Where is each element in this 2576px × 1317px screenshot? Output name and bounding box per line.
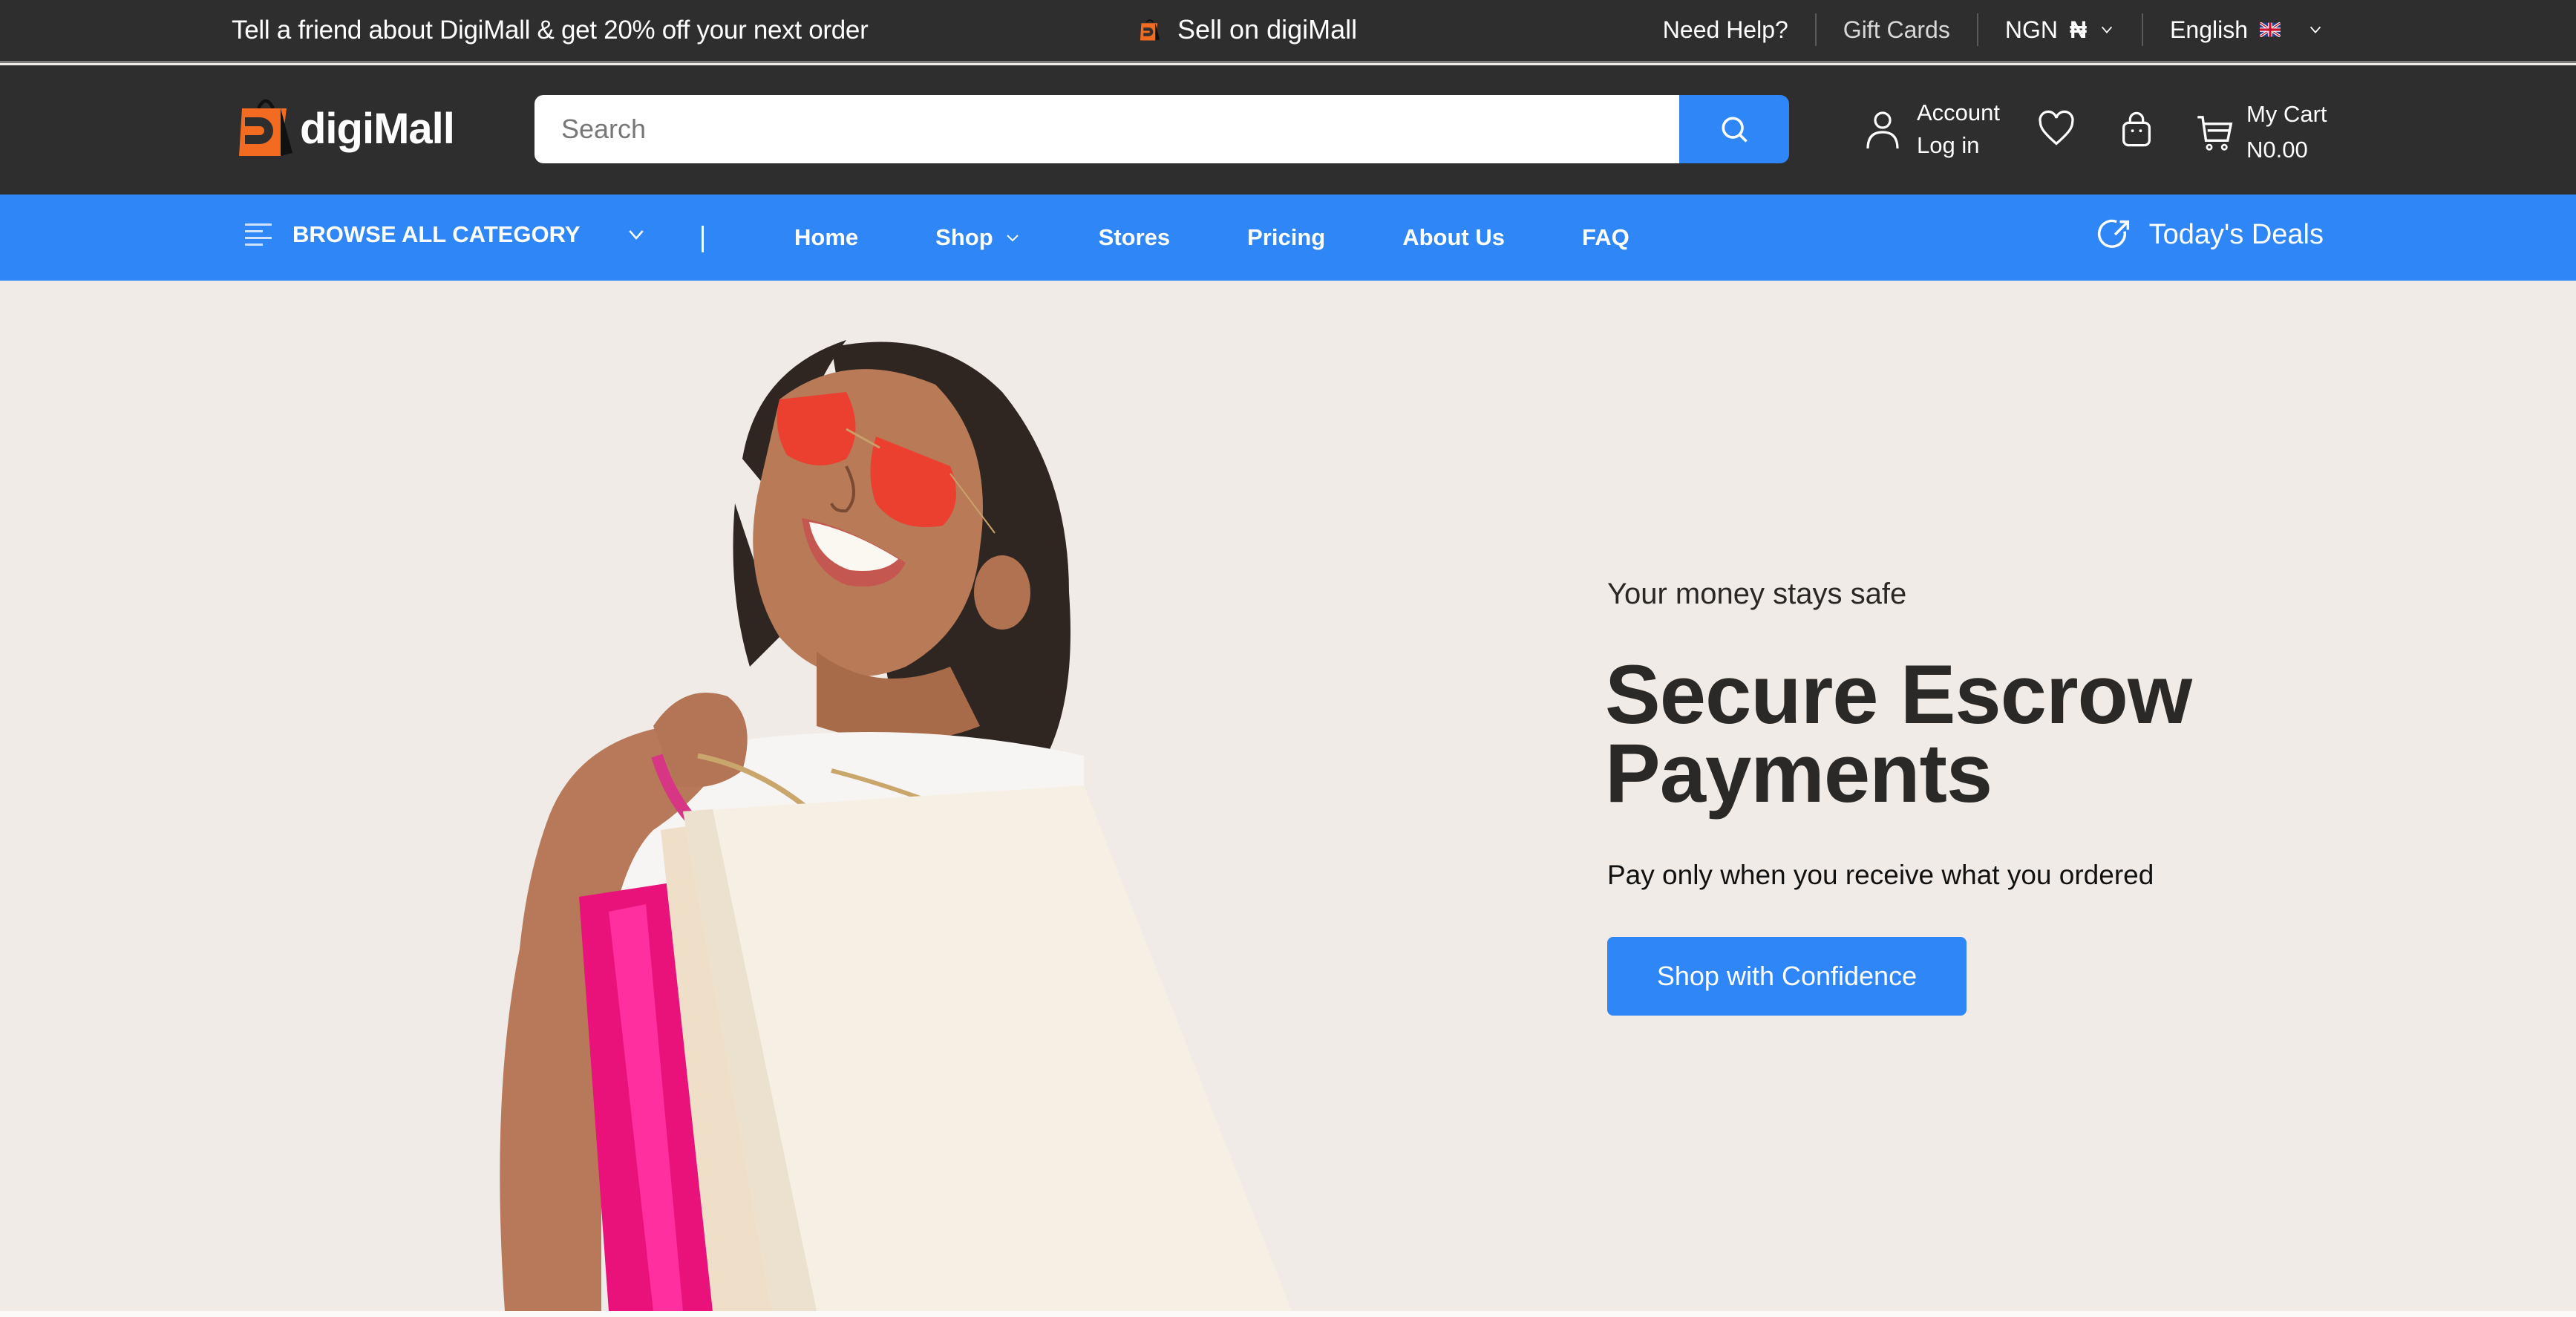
nav-faq-label: FAQ — [1581, 224, 1629, 250]
hero-shopper-image — [500, 340, 1292, 1311]
cart-icon — [2197, 116, 2233, 151]
cart-label: My Cart — [2246, 101, 2327, 127]
nav-home-label: Home — [794, 224, 859, 250]
search-button[interactable] — [1679, 95, 1789, 163]
account-label: Account — [1917, 99, 2001, 125]
sell-label: Sell on digiMall — [1177, 14, 1358, 45]
search-bar — [535, 95, 1789, 163]
browse-label: BROWSE ALL CATEGORY — [292, 221, 581, 247]
nav-about-us[interactable]: About Us — [1402, 224, 1505, 251]
need-help-label: Need Help? — [1662, 16, 1788, 43]
hero-bottom-edge — [0, 1311, 2576, 1317]
nav-faq[interactable]: FAQ — [1582, 224, 1629, 251]
nav-stores-label: Stores — [1098, 224, 1171, 250]
nav-links: Home Shop Stores Pricing About Us FAQ — [794, 195, 1629, 281]
chevron-down-icon — [2309, 26, 2321, 34]
login-label: Log in — [1917, 132, 1980, 158]
todays-deals-label: Today's Deals — [2148, 218, 2324, 250]
browse-all-category-dropdown[interactable]: BROWSE ALL CATEGORY — [245, 221, 647, 248]
nav-about-label: About Us — [1402, 224, 1505, 250]
heart-wishlist-icon[interactable] — [2037, 110, 2076, 148]
need-help-link[interactable]: Need Help? — [1636, 10, 1815, 49]
top-promo-bar: Tell a friend about DigiMall & get 20% o… — [0, 0, 2576, 63]
chevron-down-icon — [1006, 235, 1019, 242]
referral-promo-text[interactable]: Tell a friend about DigiMall & get 20% o… — [232, 15, 869, 46]
my-cart-link[interactable]: My Cart N0.00 — [2196, 97, 2327, 168]
naira-icon: ₦ — [2069, 16, 2088, 43]
chevron-down-icon — [2101, 26, 2113, 34]
hero-subtext: Pay only when you receive what you order… — [1607, 860, 2154, 890]
shopping-bag-logo-icon — [239, 99, 292, 156]
currency-selector[interactable]: NGN ₦ — [1978, 10, 2142, 49]
chevron-down-icon — [628, 230, 644, 240]
cart-total: N0.00 — [2246, 137, 2308, 163]
shopping-bag-icon[interactable] — [2117, 110, 2156, 148]
user-icon — [1866, 111, 1899, 149]
hero-headline-line-1: Secure Escrow — [1605, 648, 2192, 741]
search-icon — [1722, 117, 1748, 143]
hero-eyebrow: Your money stays safe — [1607, 578, 1907, 610]
external-arrow-circle-icon — [2097, 219, 2129, 248]
search-input[interactable] — [535, 95, 1679, 163]
main-nav: BROWSE ALL CATEGORY Home Shop Stores Pri… — [0, 195, 2576, 281]
nav-home[interactable]: Home — [794, 224, 858, 251]
top-utility-links: Need Help? Gift Cards NGN ₦ English — [1636, 10, 2324, 49]
nav-pricing-label: Pricing — [1247, 224, 1326, 250]
nav-pricing[interactable]: Pricing — [1247, 224, 1325, 251]
nav-divider — [702, 226, 704, 252]
main-header: digiMall Account Log in My Cart N0.00 — [0, 65, 2576, 195]
shop-with-confidence-button[interactable]: Shop with Confidence — [1607, 937, 1967, 1016]
hero-headline-line-2: Payments — [1605, 727, 1993, 820]
brand-name: digiMall — [300, 105, 455, 153]
language-selector[interactable]: English — [2143, 10, 2324, 49]
account-login-link[interactable]: Account Log in — [1865, 97, 2000, 162]
gift-cards-label: Gift Cards — [1843, 16, 1950, 43]
nav-stores[interactable]: Stores — [1099, 224, 1170, 251]
gift-cards-link[interactable]: Gift Cards — [1817, 10, 1977, 49]
currency-label: NGN — [2004, 16, 2058, 43]
hero-banner: Your money stays safe Secure Escrow Paym… — [0, 281, 2576, 1311]
sell-on-digimall-link[interactable]: Sell on digiMall — [1139, 13, 1357, 46]
uk-flag-icon — [2260, 22, 2281, 37]
digimall-logo-icon — [1140, 19, 1160, 41]
todays-deals-link[interactable]: Today's Deals — [2096, 215, 2324, 254]
brand-logo[interactable]: digiMall — [236, 94, 455, 159]
language-label: English — [2170, 16, 2248, 43]
menu-lines-icon — [245, 223, 272, 246]
hero-headline: Secure Escrow Payments — [1605, 648, 2192, 820]
nav-shop[interactable]: Shop — [935, 224, 1021, 251]
nav-shop-label: Shop — [935, 224, 993, 250]
